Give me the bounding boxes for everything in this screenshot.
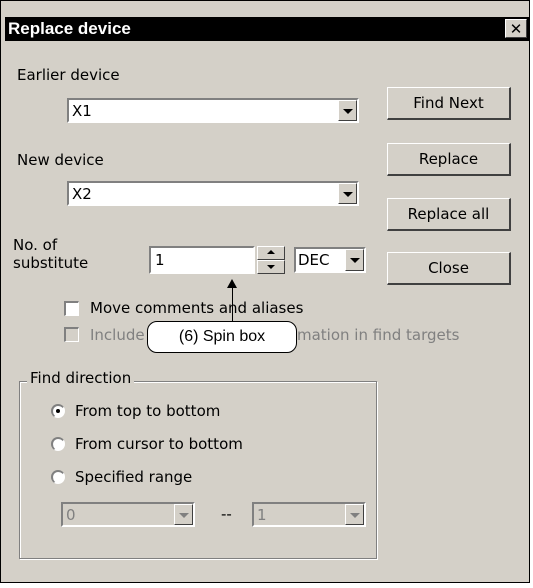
chevron-down-icon [345, 504, 364, 525]
radio-top-to-bottom-label: From top to bottom [75, 402, 221, 420]
include-checkbox [64, 327, 79, 342]
radio-top-to-bottom[interactable] [51, 404, 65, 418]
radio-cursor-to-bottom-label: From cursor to bottom [75, 435, 243, 453]
spin-buttons[interactable] [257, 246, 285, 274]
radio-cursor-to-bottom[interactable] [51, 437, 65, 451]
range-from-select: 0 [61, 502, 195, 527]
substitute-value: 1 [155, 251, 165, 269]
find-next-button[interactable]: Find Next [387, 87, 511, 120]
spin-box-callout: (6) Spin box [147, 321, 297, 353]
chevron-down-icon[interactable] [345, 249, 364, 271]
dialog-title: Replace device [8, 19, 131, 38]
move-comments-checkbox[interactable] [64, 301, 79, 316]
radix-value: DEC [298, 251, 330, 269]
substitute-label-line2: substitute [13, 254, 89, 272]
range-to-value: 1 [257, 506, 267, 524]
chevron-down-icon[interactable] [338, 183, 357, 204]
find-direction-label: Find direction [27, 369, 135, 387]
radio-specified-range-label: Specified range [75, 468, 193, 486]
radix-select[interactable]: DEC [294, 247, 366, 273]
replace-all-button[interactable]: Replace all [387, 198, 511, 231]
chevron-down-icon[interactable] [338, 100, 357, 121]
radio-specified-range[interactable] [51, 470, 65, 484]
callout-line [232, 287, 233, 321]
chevron-down-icon [174, 504, 193, 525]
spin-down-icon[interactable] [257, 260, 285, 274]
replace-device-dialog: Replace device ✕ Earlier device X1 New d… [0, 0, 530, 583]
close-button[interactable]: Close [387, 252, 511, 285]
replace-button[interactable]: Replace [387, 143, 511, 176]
include-label-end: mation in find targets [297, 326, 460, 344]
new-device-combo[interactable]: X2 [67, 181, 359, 206]
earlier-device-combo[interactable]: X1 [67, 98, 359, 123]
new-device-value: X2 [72, 185, 92, 203]
earlier-device-label: Earlier device [17, 66, 120, 84]
title-bar[interactable]: Replace device ✕ [5, 17, 529, 41]
substitute-spin-input[interactable]: 1 [149, 246, 255, 274]
substitute-label-line1: No. of [13, 236, 58, 254]
range-to-select: 1 [252, 502, 366, 527]
spin-up-icon[interactable] [257, 246, 285, 260]
earlier-device-value: X1 [72, 102, 92, 120]
new-device-label: New device [17, 151, 104, 169]
range-from-value: 0 [66, 506, 76, 524]
range-separator: -- [221, 505, 232, 523]
move-comments-label: Move comments and aliases [90, 299, 304, 317]
close-icon[interactable]: ✕ [505, 19, 527, 38]
include-label-start: Include [90, 326, 145, 344]
